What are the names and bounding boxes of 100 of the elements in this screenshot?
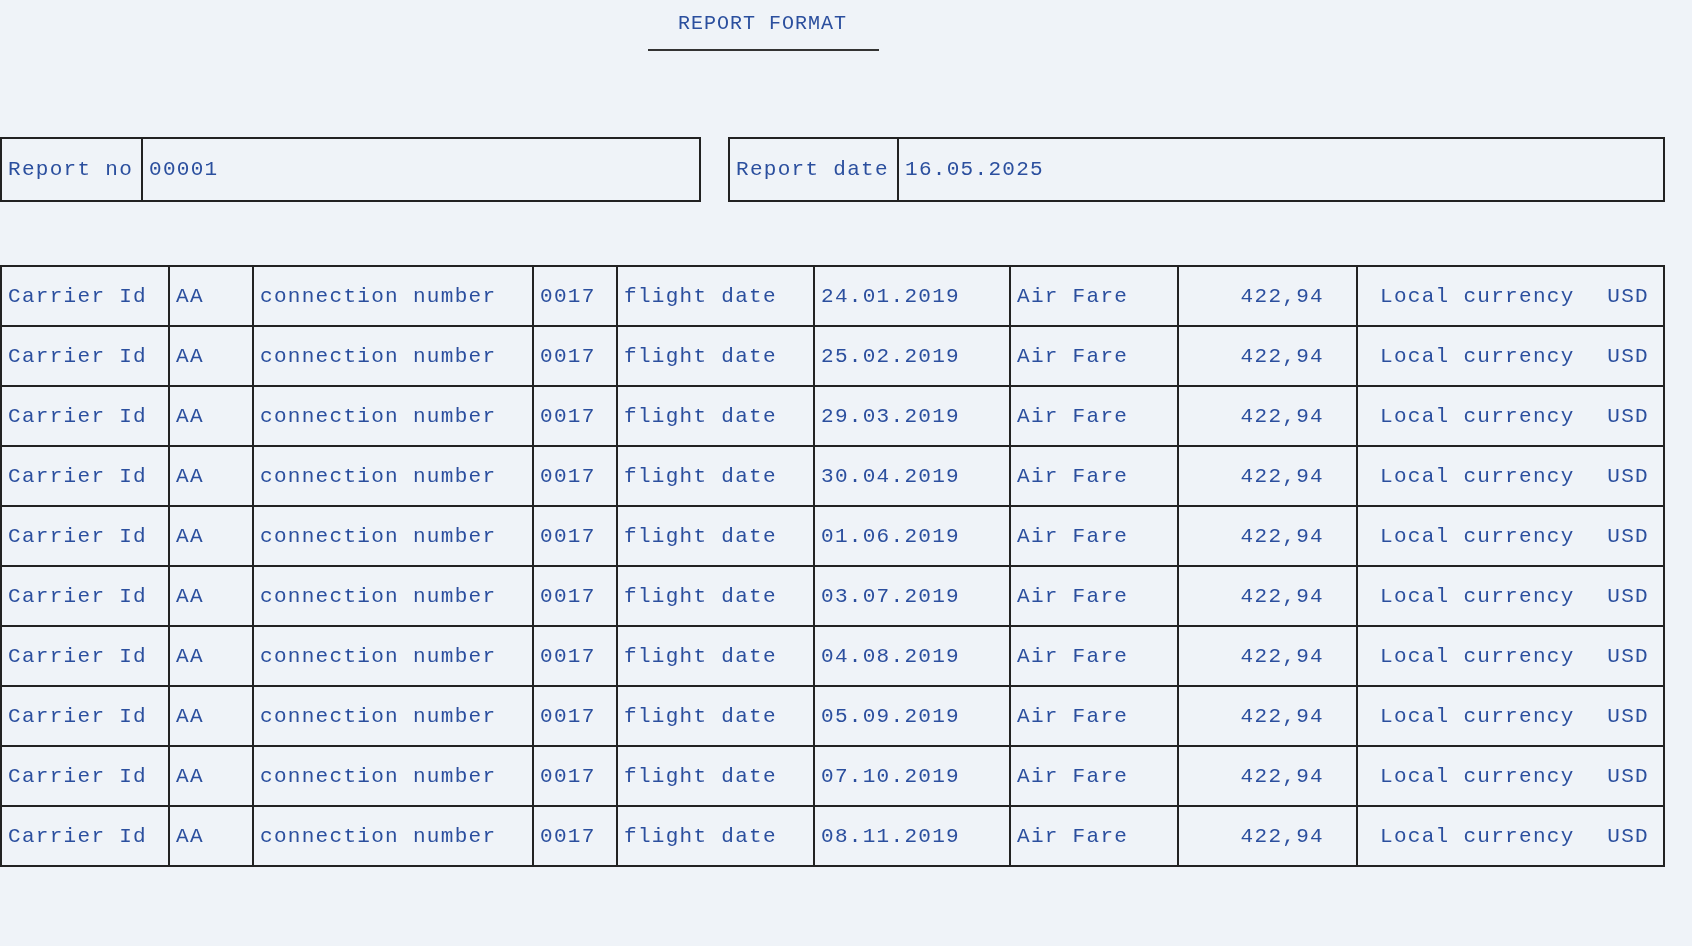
table-cell: connection number	[253, 626, 533, 686]
table-cell: 05.09.2019	[814, 686, 1010, 746]
table-cell: flight date	[617, 386, 814, 446]
table-cell: flight date	[617, 686, 814, 746]
table-cell: 04.08.2019	[814, 626, 1010, 686]
table-cell: flight date	[617, 506, 814, 566]
table-cell: connection number	[253, 746, 533, 806]
currency-code: USD	[1607, 344, 1649, 368]
table-cell: Air Fare	[1010, 746, 1178, 806]
currency-label: Local currency	[1380, 404, 1575, 428]
table-cell: flight date	[617, 626, 814, 686]
table-cell: Carrier Id	[1, 326, 169, 386]
currency-code: USD	[1607, 404, 1649, 428]
currency-code: USD	[1607, 704, 1649, 728]
table-cell: AA	[169, 446, 253, 506]
table-cell: 0017	[533, 806, 617, 866]
table-cell: AA	[169, 506, 253, 566]
currency-code: USD	[1607, 644, 1649, 668]
table-cell: 422,94	[1178, 626, 1357, 686]
table-cell: Carrier Id	[1, 686, 169, 746]
table-cell: Air Fare	[1010, 566, 1178, 626]
table-cell: Air Fare	[1010, 446, 1178, 506]
table-cell: Carrier Id	[1, 746, 169, 806]
table-cell: 422,94	[1178, 686, 1357, 746]
table-cell: Air Fare	[1010, 386, 1178, 446]
currency-code: USD	[1607, 524, 1649, 548]
table-cell: 07.10.2019	[814, 746, 1010, 806]
table-cell: 0017	[533, 506, 617, 566]
table-cell: connection number	[253, 446, 533, 506]
currency-code: USD	[1607, 764, 1649, 788]
table-cell: Air Fare	[1010, 626, 1178, 686]
table-cell: Air Fare	[1010, 686, 1178, 746]
table-cell: flight date	[617, 566, 814, 626]
table-cell: 30.04.2019	[814, 446, 1010, 506]
header-label: Report date	[730, 139, 899, 200]
currency-code: USD	[1607, 824, 1649, 848]
table-cell: 0017	[533, 386, 617, 446]
table-cell: AA	[169, 626, 253, 686]
table-cell: connection number	[253, 386, 533, 446]
table-cell: Air Fare	[1010, 266, 1178, 326]
table-cell: Carrier Id	[1, 806, 169, 866]
currency-label: Local currency	[1380, 764, 1575, 788]
table-cell: AA	[169, 566, 253, 626]
table-cell: 422,94	[1178, 266, 1357, 326]
table-cell: 422,94	[1178, 746, 1357, 806]
table-cell: AA	[169, 326, 253, 386]
table-cell: connection number	[253, 506, 533, 566]
table-cell: connection number	[253, 266, 533, 326]
table-cell: Air Fare	[1010, 326, 1178, 386]
table-cell: Carrier Id	[1, 446, 169, 506]
currency-code: USD	[1607, 584, 1649, 608]
table-cell: Carrier Id	[1, 266, 169, 326]
table-cell: 422,94	[1178, 386, 1357, 446]
report-title: REPORT FORMAT	[648, 12, 880, 51]
table-cell: 422,94	[1178, 326, 1357, 386]
table-cell: connection number	[253, 326, 533, 386]
table-cell: flight date	[617, 746, 814, 806]
header-label: Report no	[2, 139, 143, 200]
table-cell: Carrier Id	[1, 506, 169, 566]
currency-label: Local currency	[1380, 644, 1575, 668]
table-cell: 422,94	[1178, 566, 1357, 626]
table-cell: Carrier Id	[1, 566, 169, 626]
table-cell: 25.02.2019	[814, 326, 1010, 386]
table-cell: 0017	[533, 326, 617, 386]
table-cell: Carrier Id	[1, 386, 169, 446]
currency-code: USD	[1607, 284, 1649, 308]
table-cell: Air Fare	[1010, 506, 1178, 566]
table-cell: flight date	[617, 806, 814, 866]
table-cell: 0017	[533, 626, 617, 686]
table-cell: 08.11.2019	[814, 806, 1010, 866]
currency-label: Local currency	[1380, 464, 1575, 488]
table-cell: 0017	[533, 266, 617, 326]
table-cell: flight date	[617, 446, 814, 506]
table-cell: 0017	[533, 446, 617, 506]
currency-label: Local currency	[1380, 524, 1575, 548]
table-cell: 422,94	[1178, 506, 1357, 566]
table-cell: AA	[169, 746, 253, 806]
table-cell: flight date	[617, 326, 814, 386]
currency-label: Local currency	[1380, 824, 1575, 848]
header-value: 00001	[148, 157, 219, 183]
table-cell: 29.03.2019	[814, 386, 1010, 446]
table-cell: connection number	[253, 566, 533, 626]
table-cell: 422,94	[1178, 806, 1357, 866]
currency-label: Local currency	[1380, 284, 1575, 308]
currency-label: Local currency	[1380, 704, 1575, 728]
table-cell: flight date	[617, 266, 814, 326]
table-cell: AA	[169, 686, 253, 746]
currency-code: USD	[1607, 464, 1649, 488]
currency-label: Local currency	[1380, 344, 1575, 368]
table-cell: 0017	[533, 746, 617, 806]
table-cell: AA	[169, 386, 253, 446]
table-cell: AA	[169, 806, 253, 866]
table-cell: AA	[169, 266, 253, 326]
table-cell: Air Fare	[1010, 806, 1178, 866]
table-cell: 422,94	[1178, 446, 1357, 506]
currency-label: Local currency	[1380, 584, 1575, 608]
table-cell: Carrier Id	[1, 626, 169, 686]
table-cell: 03.07.2019	[814, 566, 1010, 626]
header-value: 16.05.2025	[904, 157, 1045, 183]
table-cell: 0017	[533, 686, 617, 746]
